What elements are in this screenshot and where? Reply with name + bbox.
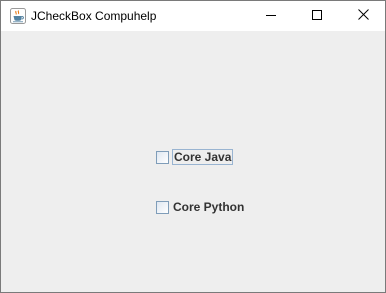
maximize-button[interactable] (294, 1, 340, 31)
close-icon (357, 7, 369, 25)
checkbox-label[interactable]: Core Python (172, 199, 245, 215)
checkbox-box[interactable] (156, 200, 169, 214)
content-pane: Core Java Core Python (1, 31, 385, 292)
minimize-button[interactable] (248, 1, 294, 31)
maximize-icon (312, 7, 322, 25)
checkbox-core-java[interactable]: Core Java (156, 148, 234, 166)
minimize-icon (266, 7, 276, 25)
title-bar[interactable]: JCheckBox Compuhelp (1, 1, 385, 31)
checkbox-box[interactable] (156, 150, 169, 164)
close-button[interactable] (340, 1, 386, 31)
checkbox-core-python[interactable]: Core Python (156, 198, 245, 216)
window-title: JCheckBox Compuhelp (31, 9, 157, 23)
java-coffee-cup-icon[interactable] (10, 8, 26, 24)
application-window: JCheckBox Compuhelp Core Java Core Pytho… (0, 0, 386, 293)
checkbox-label[interactable]: Core Java (172, 149, 234, 165)
